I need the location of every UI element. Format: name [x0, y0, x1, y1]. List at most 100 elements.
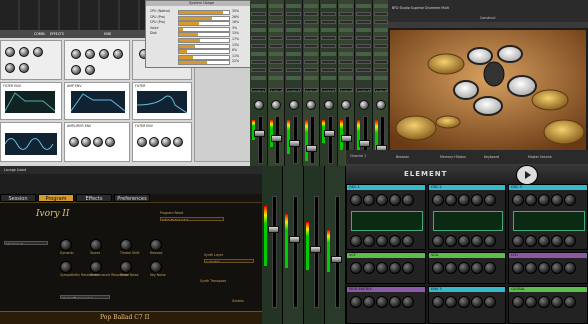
insert-slot[interactable] — [373, 4, 388, 8]
insert-slot[interactable] — [251, 68, 266, 72]
insert-slot[interactable] — [356, 12, 371, 16]
element-knob[interactable] — [363, 194, 375, 206]
insert-slot[interactable] — [373, 20, 388, 24]
element-knob[interactable] — [525, 296, 537, 308]
insert-slot[interactable] — [356, 20, 371, 24]
insert-slot[interactable] — [268, 28, 283, 32]
insert-slot[interactable] — [286, 60, 301, 64]
fader-handle[interactable] — [289, 236, 300, 243]
insert-slot[interactable] — [321, 44, 336, 48]
pan-knob[interactable] — [288, 100, 299, 110]
insert-slot[interactable] — [303, 44, 318, 48]
element-knob[interactable] — [445, 194, 457, 206]
tab-session[interactable]: Session — [0, 194, 36, 202]
tab-preferences[interactable]: Preferences — [114, 194, 150, 202]
insert-slot[interactable] — [321, 4, 336, 8]
insert-slot[interactable] — [251, 12, 266, 16]
osc-knob[interactable] — [113, 49, 123, 59]
insert-slot[interactable] — [268, 36, 283, 40]
element-knob[interactable] — [363, 235, 375, 247]
insert-slot[interactable] — [268, 68, 283, 72]
element-knob[interactable] — [376, 194, 388, 206]
element-knob[interactable] — [538, 296, 550, 308]
element-knob[interactable] — [484, 296, 496, 308]
element-knob[interactable] — [432, 262, 444, 274]
element-knob[interactable] — [389, 194, 401, 206]
fader-handle[interactable] — [253, 130, 265, 137]
element-knob[interactable] — [432, 296, 444, 308]
element-knob[interactable] — [551, 235, 563, 247]
insert-slot[interactable] — [268, 76, 283, 80]
instrument-value[interactable]: Studio Pft 1a Level 1 — [60, 295, 110, 299]
env-knob[interactable] — [137, 137, 147, 147]
insert-slot[interactable] — [321, 28, 336, 32]
insert-slot[interactable] — [356, 28, 371, 32]
insert-slot[interactable] — [251, 36, 266, 40]
osc-knob[interactable] — [71, 65, 81, 75]
insert-slot[interactable] — [373, 76, 388, 80]
piano-knob[interactable] — [120, 261, 132, 273]
insert-slot[interactable] — [251, 60, 266, 64]
element-menu-item[interactable]: Browser — [396, 155, 409, 159]
pan-knob[interactable] — [323, 100, 334, 110]
tab-midi[interactable]: MIDI — [104, 32, 111, 36]
element-knob[interactable] — [538, 194, 550, 206]
insert-slot[interactable] — [321, 60, 336, 64]
insert-slot[interactable] — [286, 76, 301, 80]
pan-knob[interactable] — [253, 100, 264, 110]
insert-slot[interactable] — [303, 4, 318, 8]
element-knob[interactable] — [376, 235, 388, 247]
insert-slot[interactable] — [338, 12, 353, 16]
element-knob[interactable] — [402, 194, 414, 206]
insert-slot[interactable] — [373, 12, 388, 16]
insert-slot[interactable] — [268, 44, 283, 48]
insert-slot[interactable] — [251, 4, 266, 8]
fader-handle[interactable] — [268, 226, 279, 233]
element-knob[interactable] — [471, 194, 483, 206]
element-knob[interactable] — [363, 296, 375, 308]
osc-knob[interactable] — [33, 47, 43, 57]
pan-knob[interactable] — [306, 100, 317, 110]
insert-slot[interactable] — [286, 52, 301, 56]
element-knob[interactable] — [551, 194, 563, 206]
osc-knob[interactable] — [5, 47, 15, 57]
element-knob[interactable] — [389, 235, 401, 247]
insert-slot[interactable] — [338, 52, 353, 56]
fader-handle[interactable] — [331, 256, 342, 263]
insert-slot[interactable] — [321, 12, 336, 16]
element-knob[interactable] — [538, 262, 550, 274]
piano-knob[interactable] — [150, 239, 162, 251]
insert-slot[interactable] — [268, 52, 283, 56]
insert-slot[interactable] — [373, 52, 388, 56]
element-knob[interactable] — [512, 296, 524, 308]
osc-knob[interactable] — [5, 63, 15, 73]
insert-slot[interactable] — [356, 76, 371, 80]
insert-slot[interactable] — [373, 44, 388, 48]
element-menu-item[interactable]: Keyboard — [484, 155, 499, 159]
insert-slot[interactable] — [373, 60, 388, 64]
drum-tab[interactable]: Construct — [480, 16, 495, 20]
element-knob[interactable] — [564, 194, 576, 206]
insert-slot[interactable] — [303, 36, 318, 40]
element-knob[interactable] — [551, 296, 563, 308]
element-knob[interactable] — [525, 194, 537, 206]
insert-slot[interactable] — [268, 60, 283, 64]
pan-knob[interactable] — [376, 100, 387, 110]
element-knob[interactable] — [484, 194, 496, 206]
piano-knob[interactable] — [150, 261, 162, 273]
transport-play-button[interactable] — [516, 165, 538, 185]
env-knob[interactable] — [81, 137, 91, 147]
element-knob[interactable] — [376, 296, 388, 308]
env-knob[interactable] — [93, 137, 103, 147]
element-knob[interactable] — [564, 235, 576, 247]
element-knob[interactable] — [525, 235, 537, 247]
element-knob[interactable] — [458, 262, 470, 274]
insert-slot[interactable] — [338, 36, 353, 40]
element-knob[interactable] — [471, 235, 483, 247]
element-knob[interactable] — [350, 296, 362, 308]
element-knob[interactable] — [538, 235, 550, 247]
env-knob[interactable] — [69, 137, 79, 147]
insert-slot[interactable] — [286, 28, 301, 32]
insert-slot[interactable] — [303, 60, 318, 64]
insert-slot[interactable] — [321, 36, 336, 40]
